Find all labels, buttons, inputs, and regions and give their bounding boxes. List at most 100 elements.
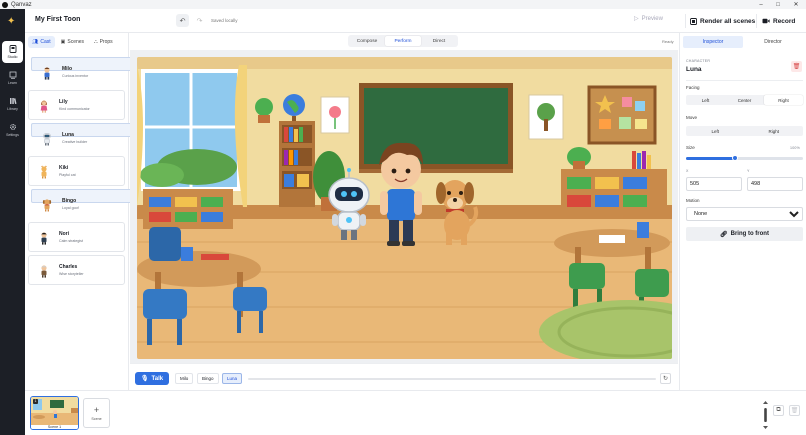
- character-role: Playful cat: [59, 173, 76, 177]
- props-icon: ⛬: [94, 39, 98, 45]
- mode-compose[interactable]: Compose: [349, 36, 385, 46]
- refresh-icon: ↻: [662, 376, 669, 382]
- character-name: Bingo: [62, 198, 77, 204]
- trash-icon: 🗑︎: [790, 408, 799, 414]
- stage-header: Compose Perform Direct Ready: [130, 33, 678, 50]
- y-label: Y: [747, 169, 750, 173]
- redo-button[interactable]: ↷: [193, 14, 206, 27]
- gear-icon: [9, 124, 16, 130]
- minimize-button[interactable]: –: [752, 0, 770, 9]
- duplicate-scene-button[interactable]: ⧉: [773, 405, 784, 416]
- left-tabs: 👥︎ Cast ▣ Scenes ⛬ Props: [28, 36, 117, 48]
- mode-direct[interactable]: Direct: [421, 36, 457, 46]
- character-name: Nori: [59, 231, 69, 237]
- playback-progress-bar[interactable]: [248, 378, 656, 380]
- rail-item-library[interactable]: Library: [2, 93, 23, 115]
- talk-label: Talk: [151, 375, 164, 382]
- undo-button[interactable]: ↶: [176, 14, 189, 27]
- app-name: Qanvaz: [11, 1, 32, 8]
- tab-label: Cast: [40, 39, 51, 45]
- scene-canvas[interactable]: [137, 57, 672, 359]
- character-avatar: [40, 100, 48, 113]
- cast-card-nori[interactable]: Nori Calm strategist: [28, 222, 125, 252]
- character-role: Loyal goof: [62, 206, 79, 210]
- classroom-scene-illustration: [137, 57, 672, 359]
- y-position-field[interactable]: [747, 177, 803, 191]
- project-title[interactable]: My First Toon: [35, 16, 80, 23]
- rail-item-studio[interactable]: Studio: [2, 41, 23, 63]
- scene-strip: 1 Scene 1 + Scene ⧉ 🗑︎: [25, 390, 806, 435]
- replay-button[interactable]: ↻: [660, 373, 671, 384]
- x-label: X: [686, 169, 689, 173]
- rail-item-learn[interactable]: Learn: [2, 67, 23, 89]
- motion-select[interactable]: None: [686, 207, 803, 221]
- character-role: Curious inventor: [62, 74, 89, 78]
- bring-to-front-button[interactable]: 🔗︎ Bring to front: [686, 227, 803, 241]
- people-icon: 👥︎: [32, 39, 39, 45]
- scene-thumbnail-image: [31, 397, 78, 425]
- tab-director[interactable]: Director: [743, 36, 803, 48]
- character-avatar: [42, 199, 52, 212]
- rail-label: Library: [7, 107, 18, 111]
- scene-thumb-label: Scene 1: [31, 425, 78, 429]
- character-avatar: [41, 165, 47, 179]
- character-avatar: [41, 265, 47, 278]
- tab-inspector[interactable]: Inspector: [683, 36, 743, 48]
- record-button[interactable]: Record: [756, 14, 800, 28]
- mode-perform[interactable]: Perform: [385, 36, 421, 46]
- film-icon: [690, 17, 697, 25]
- add-scene-button[interactable]: + Scene: [83, 398, 110, 428]
- facing-right-button[interactable]: Right: [764, 95, 803, 105]
- facing-label: Facing: [686, 85, 700, 90]
- character-avatar: [41, 232, 47, 245]
- scene-strip-scrollbar[interactable]: [763, 401, 768, 429]
- inspector-character-name: Luna: [686, 66, 702, 73]
- move-right-button[interactable]: Right: [745, 126, 804, 136]
- delete-character-button[interactable]: 🗑︎: [791, 61, 802, 72]
- speaker-chip-luna[interactable]: Luna: [222, 373, 243, 384]
- character-avatar: [43, 133, 51, 146]
- close-window-button[interactable]: ✕: [787, 0, 805, 9]
- facing-left-button[interactable]: Left: [686, 95, 725, 105]
- undo-icon: ↶: [179, 17, 186, 25]
- size-slider-fill: [686, 157, 736, 160]
- render-all-button[interactable]: Render all scenes: [685, 14, 759, 28]
- record-label: Record: [773, 17, 796, 25]
- rail-label: Studio: [7, 55, 18, 59]
- tab-props[interactable]: ⛬ Props: [90, 36, 117, 48]
- scene-thumbnail[interactable]: 1 Scene 1: [30, 396, 79, 430]
- character-name: Kiki: [59, 165, 69, 171]
- speaker-chip-bingo[interactable]: Bingo: [197, 373, 219, 384]
- character-avatar: [44, 67, 50, 80]
- add-scene-label: Scene: [91, 416, 102, 421]
- rail-item-settings[interactable]: Settings: [2, 119, 23, 141]
- size-value: 100%: [790, 146, 800, 150]
- speaker-chip-milo[interactable]: Milo: [175, 373, 194, 384]
- sparkle-logo-icon: ✦: [7, 16, 16, 27]
- delete-scene-button[interactable]: 🗑︎: [789, 405, 800, 416]
- move-left-button[interactable]: Left: [686, 126, 745, 136]
- preview-button[interactable]: ▷ Preview: [634, 15, 663, 23]
- facing-center-button[interactable]: Center: [725, 95, 764, 105]
- size-label: Size: [686, 145, 695, 150]
- library-icon: [9, 98, 17, 105]
- plus-icon: +: [93, 404, 100, 415]
- x-position-field[interactable]: [686, 177, 742, 191]
- talk-button[interactable]: 🎙︎ Talk: [135, 372, 169, 385]
- tab-cast[interactable]: 👥︎ Cast: [28, 36, 55, 48]
- rail-label: Learn: [8, 81, 17, 85]
- maximize-button[interactable]: □: [769, 0, 787, 9]
- cast-card-kiki[interactable]: Kiki Playful cat: [28, 156, 125, 186]
- size-slider-handle[interactable]: [732, 155, 739, 161]
- character-role: Creative builder: [62, 140, 88, 144]
- size-slider[interactable]: [686, 155, 803, 161]
- preview-label: Preview: [641, 15, 663, 22]
- character-role: Wise storyteller: [59, 272, 84, 276]
- tab-scenes[interactable]: ▣ Scenes: [57, 36, 88, 48]
- cast-card-lily[interactable]: Lily Kind communicator: [28, 90, 125, 120]
- cast-card-charles[interactable]: Charles Wise storyteller: [28, 255, 125, 285]
- trash-icon: 🗑︎: [792, 64, 801, 70]
- studio-icon: [9, 45, 16, 53]
- character-role: Kind communicator: [59, 107, 90, 111]
- talk-bar: 🎙︎ Talk Milo Bingo Luna ↻: [130, 363, 678, 390]
